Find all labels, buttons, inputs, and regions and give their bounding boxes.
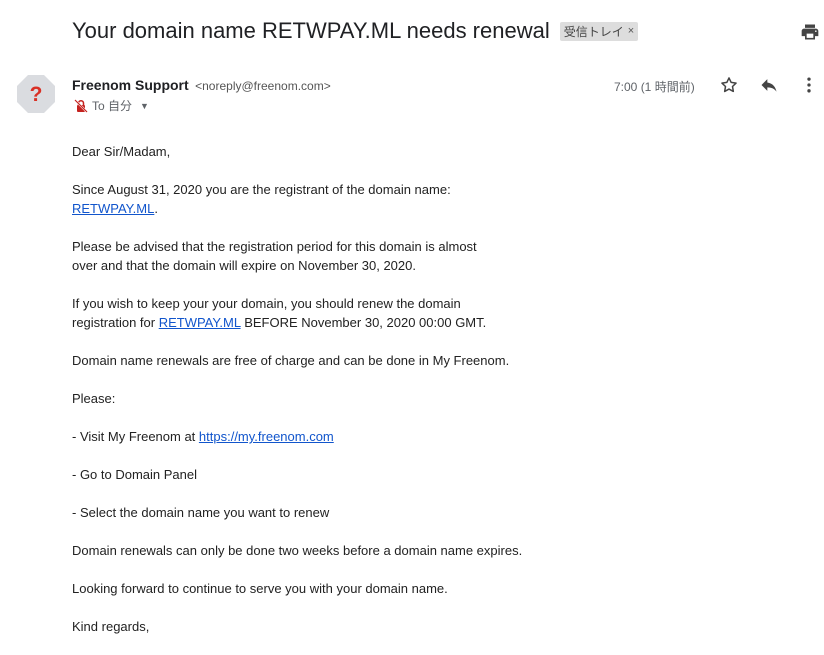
remove-label-icon[interactable]: ×	[628, 25, 634, 37]
body-text: BEFORE November 30, 2020 00:00 GMT.	[240, 315, 487, 330]
domain-link[interactable]: RETWPAY.ML	[72, 201, 154, 216]
recipient-row: To 自分 ▼	[74, 97, 149, 114]
body-paragraph: Domain renewals can only be done two wee…	[72, 543, 523, 558]
body-text: Since August 31, 2020 you are the regist…	[72, 182, 451, 197]
inbox-label-chip[interactable]: 受信トレイ ×	[559, 21, 639, 41]
sender-name[interactable]: Freenom Support	[72, 77, 189, 93]
message-body: Dear Sir/Madam, Since August 31, 2020 yo…	[72, 142, 572, 655]
subject-row: Your domain name RETWPAY.ML needs renewa…	[72, 18, 639, 44]
body-paragraph: - Go to Domain Panel	[72, 467, 198, 482]
unknown-sender-icon[interactable]: ?	[16, 74, 56, 114]
domain-link[interactable]: RETWPAY.ML	[159, 315, 241, 330]
chevron-down-icon[interactable]: ▼	[140, 101, 149, 111]
body-paragraph: Kind regards,	[72, 619, 150, 634]
body-paragraph: Please be advised that the registration …	[72, 237, 572, 275]
star-icon[interactable]	[719, 75, 739, 95]
avatar-glyph: ?	[30, 83, 43, 106]
reply-icon[interactable]	[759, 75, 779, 95]
body-paragraph: Since August 31, 2020 you are the regist…	[72, 180, 572, 218]
greeting: Dear Sir/Madam,	[72, 144, 171, 159]
freenom-link[interactable]: https://my.freenom.com	[199, 429, 334, 444]
body-paragraph: Looking forward to continue to serve you…	[72, 581, 448, 596]
more-vert-icon[interactable]	[799, 75, 819, 95]
body-text: registration for	[72, 315, 159, 330]
body-text: If you wish to keep your your domain, yo…	[72, 296, 461, 311]
body-paragraph: Domain name renewals are free of charge …	[72, 353, 510, 368]
recipient-text: To 自分	[92, 99, 133, 113]
body-text: .	[154, 201, 158, 216]
not-encrypted-icon[interactable]	[74, 98, 88, 113]
body-paragraph: Please:	[72, 391, 116, 406]
message-time: 7:00 (1 時間前)	[614, 80, 695, 94]
sender-row: Freenom Support <noreply@freenom.com>	[72, 77, 331, 95]
body-paragraph: If you wish to keep your your domain, yo…	[72, 294, 572, 332]
inbox-label-text: 受信トレイ	[563, 24, 624, 39]
sender-email: <noreply@freenom.com>	[195, 79, 331, 93]
body-paragraph: - Visit My Freenom at https://my.freenom…	[72, 427, 572, 446]
body-text: Please be advised that the registration …	[72, 239, 477, 254]
body-paragraph: - Select the domain name you want to ren…	[72, 505, 330, 520]
body-text: over and that the domain will expire on …	[72, 258, 416, 273]
print-icon[interactable]	[800, 22, 820, 42]
body-text: - Visit My Freenom at	[72, 429, 199, 444]
email-subject: Your domain name RETWPAY.ML needs renewa…	[72, 18, 550, 43]
